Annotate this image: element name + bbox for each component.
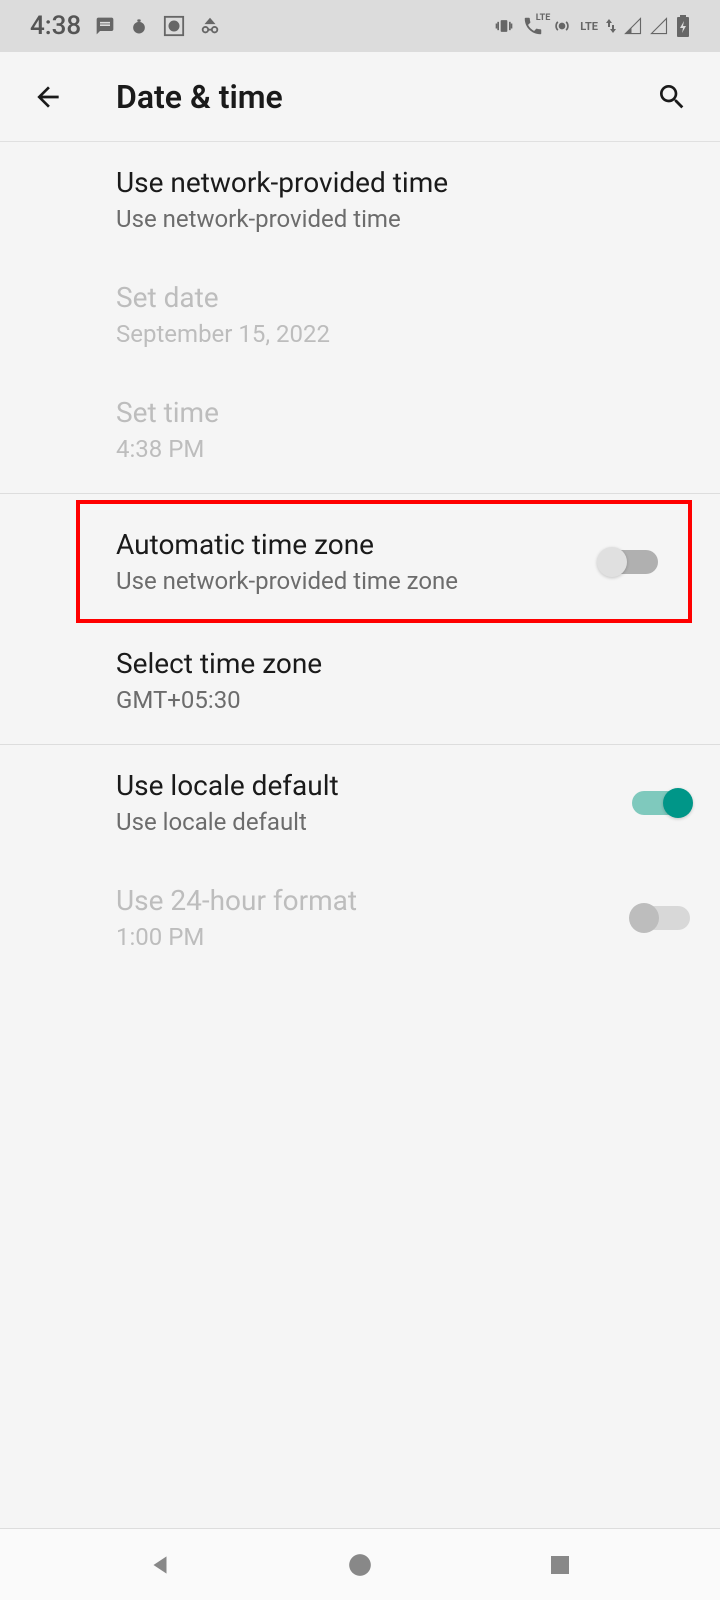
toggle-thumb: [597, 547, 627, 577]
toggle-thumb: [663, 788, 693, 818]
setting-subtitle: September 15, 2022: [116, 320, 690, 348]
signal-2-icon: [650, 17, 668, 35]
status-left: 4:38: [30, 11, 221, 41]
data-arrows-icon: [606, 19, 616, 33]
status-time: 4:38: [30, 11, 81, 41]
page-title: Date & time: [116, 78, 652, 116]
setting-set-time: Set time 4:38 PM: [0, 372, 720, 493]
setting-auto-timezone[interactable]: Automatic time zone Use network-provided…: [80, 504, 688, 619]
toggle-locale-default[interactable]: [632, 791, 690, 815]
settings-content: Use network-provided time Use network-pr…: [0, 142, 720, 975]
triangle-back-icon: [147, 1552, 173, 1578]
setting-set-date: Set date September 15, 2022: [0, 257, 720, 372]
setting-locale-default[interactable]: Use locale default Use locale default: [0, 744, 720, 860]
nav-back-button[interactable]: [130, 1535, 190, 1595]
setting-title: Use 24-hour format: [116, 884, 632, 917]
incognito-icon: [199, 15, 221, 37]
app-bar: Date & time: [0, 52, 720, 142]
signal-1-icon: [624, 17, 642, 35]
camera-box-icon: [163, 15, 185, 37]
vibrate-icon: [494, 16, 514, 36]
highlight-box: Automatic time zone Use network-provided…: [76, 500, 692, 623]
setting-title: Set time: [116, 396, 690, 429]
setting-title: Use locale default: [116, 769, 632, 802]
status-bar: 4:38 LTE LTE: [0, 0, 720, 52]
navigation-bar: [0, 1528, 720, 1600]
back-button[interactable]: [28, 77, 68, 117]
setting-subtitle: Use network-provided time: [116, 205, 690, 233]
hotspot-icon: [552, 16, 572, 36]
toggle-auto-timezone[interactable]: [600, 550, 658, 574]
setting-24hour: Use 24-hour format 1:00 PM: [0, 860, 720, 975]
setting-subtitle: GMT+05:30: [116, 686, 690, 714]
setting-title: Use network-provided time: [116, 166, 690, 199]
setting-subtitle: 4:38 PM: [116, 435, 690, 463]
nav-home-button[interactable]: [330, 1535, 390, 1595]
setting-subtitle: Use locale default: [116, 808, 632, 836]
search-button[interactable]: [652, 77, 692, 117]
search-icon: [656, 81, 688, 113]
message-icon: [95, 16, 115, 36]
battery-charging-icon: [676, 15, 690, 37]
setting-title: Select time zone: [116, 647, 690, 680]
arrow-back-icon: [32, 81, 64, 113]
lte-label: LTE: [580, 20, 598, 33]
setting-subtitle: Use network-provided time zone: [116, 567, 600, 595]
setting-title: Set date: [116, 281, 690, 314]
nav-recent-button[interactable]: [530, 1535, 590, 1595]
toggle-24hour: [632, 906, 690, 930]
toggle-thumb: [629, 903, 659, 933]
circle-home-icon: [347, 1552, 373, 1578]
setting-subtitle: 1:00 PM: [116, 923, 632, 951]
setting-network-time[interactable]: Use network-provided time Use network-pr…: [0, 142, 720, 257]
setting-select-timezone[interactable]: Select time zone GMT+05:30: [0, 623, 720, 744]
status-right: LTE LTE: [494, 15, 690, 37]
square-recent-icon: [548, 1553, 572, 1577]
apple-icon: [129, 16, 149, 36]
volte-icon: LTE: [522, 15, 544, 37]
setting-title: Automatic time zone: [116, 528, 600, 561]
